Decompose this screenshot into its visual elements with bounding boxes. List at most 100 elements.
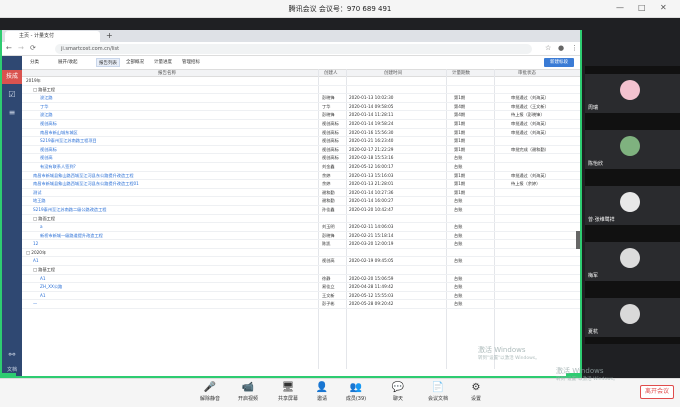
bid-management-tab[interactable]: 管理招标 [180,58,202,67]
report-period: 第1期 [454,181,466,187]
table-row[interactable]: 新桥市新城一级路道提升改造工程 彭晓锋 2020-02-21 15:18:14 台账 [22,232,580,241]
report-period: 台账 [454,224,463,230]
participant-tile[interactable]: 曾·张维鹭祥 [585,186,680,226]
group-row[interactable]: □ 路基工程 [22,86,580,95]
table-row[interactable]: 南昌市新山城东城区 视创高标 2020-01-16 15:56:30 第1期 审批通过（… [22,129,580,138]
star-icon[interactable]: ☆ [545,44,551,52]
table-row[interactable]: 地王路 谢和勤 2020-01-14 16:00:27 台账 [22,197,580,206]
menu-icon[interactable]: ⋮ [571,44,578,52]
report-name[interactable]: A1 [26,257,286,265]
report-creator: 陈凯 [322,241,331,247]
expand-collapse-button[interactable]: 展开/收起 [56,58,80,67]
report-name[interactable]: 测试 [26,189,286,197]
report-list-tab[interactable]: 报告列表 [96,58,120,67]
progress-tab[interactable]: 计量进度 [152,58,174,67]
back-icon[interactable]: ← [6,44,12,52]
table-row[interactable]: 浚江路 彭晓锋 2020-01-14 11:28:11 第4期 待上报（彭晓锋） [22,111,580,120]
toolbar-button-1[interactable]: 📹 开启视频 [234,381,262,402]
new-section-button[interactable]: 新建标段 [544,58,574,67]
report-name[interactable]: 12 [26,240,286,248]
report-status: 审批通过（刘海英） [511,172,549,178]
toolbar-button-7[interactable]: ⚙ 设置 [462,381,490,402]
table-row[interactable]: 视创高 视创高标 2020-02-18 15:53:16 台账 [22,154,580,163]
report-name[interactable]: S219泰州至江苏南路工程项目 [26,137,286,145]
participant-tile[interactable]: 夏杭 [585,298,680,338]
report-name[interactable]: A1 [26,292,286,300]
report-time: 2020-01-13 10:02:30 [349,95,394,101]
app-main: 分类 展开/收起 报告列表 全部概况 计量进度 管理招标 新建标段 报告名称 创… [22,56,580,376]
report-name[interactable]: 丁华 [26,103,286,111]
table-row[interactable]: 南昌市新城县象山路西城至江河县东公路提升改造工程01 余婷 2020-01-13 2… [22,180,580,189]
report-name[interactable]: ZH_XX公路 [26,283,286,291]
table-row[interactable]: A1 王文新 2020-05-12 15:55:03 台账 [22,292,580,301]
group-row[interactable]: 2019年 [22,77,580,86]
overview-tab[interactable]: 全部概况 [124,58,146,67]
report-name[interactable]: 视创高 [26,154,286,162]
browser-tab[interactable]: 主页 - 计量支付 [5,31,100,42]
close-icon[interactable]: ✕ [660,3,667,12]
share-icon[interactable]: ⚯ [6,350,18,359]
table-row[interactable]: 南昌市新城县象山路西城至江河县东公路提升改造工程 余婷 2020-01-13 15:… [22,172,580,181]
group-row[interactable]: □ 路基工程 [22,266,580,275]
group-row[interactable]: □ 2020年 [22,249,580,258]
watermark-text-2: 转到"设置"以激活 Windows。 [556,377,618,382]
report-name[interactable]: 南昌市新城县象山路西城至江河县东公路提升改造工程01 [26,180,286,188]
participant-tile[interactable]: 梅军 [585,242,680,282]
table-row[interactable]: 12 陈凯 2020-03-20 12:00:19 台账 [22,240,580,249]
table-row[interactable]: ZH_XX公路 易佳立 2020-04-28 11:49:42 台账 [22,283,580,292]
table-row[interactable]: 浚江路 彭晓锋 2020-01-13 10:02:30 第1期 审批通过（刘海英） [22,94,580,103]
list-icon[interactable]: ≡ [6,108,18,117]
account-icon[interactable]: ● [558,44,564,52]
report-name[interactable]: 南昌市新山城东城区 [26,129,286,137]
app-sidebar: 技成 ☑ ≡ ⚯ 文档 [2,56,22,376]
toolbar-button-4[interactable]: 👥 成员(39) [342,381,370,402]
report-name[interactable]: 有没有联系人签到? [26,163,286,171]
participant-tile[interactable]: 周瑞 [585,74,680,114]
table-row[interactable]: 视创高标 视创高标 2020-01-14 19:58:24 第1期 审批通过（刘海英） [22,120,580,129]
report-name[interactable]: 南昌市新城县象山路西城至江河县东公路提升改造工程 [26,172,286,180]
table-row[interactable]: 有没有联系人签到? 刘金鑫 2020-05-12 16:00:17 台账 [22,163,580,172]
forward-icon[interactable]: → [18,44,24,52]
participant-tile[interactable]: 陈怡欣 [585,130,680,170]
leave-meeting-button[interactable]: 离开会议 [640,385,674,399]
report-name[interactable]: — [26,300,286,308]
report-name[interactable]: a [26,223,286,231]
toolbar-button-3[interactable]: 👤 邀请 [308,381,336,402]
address-bar: ← → ⟳ ji.smartcost.com.cn/list ☆ ● ⋮ [2,42,580,56]
group-row[interactable]: □ 路面工程 [22,215,580,224]
table-row[interactable]: S219泰州至江苏南路二级公路改造工程 孙佳鑫 2020-01-20 10:42:4… [22,206,580,215]
report-time: 2020-02-21 15:18:14 [349,232,394,238]
toolbar-button-2[interactable]: 🖥 共享屏幕 [274,381,302,402]
report-name[interactable]: 地王路 [26,197,286,205]
report-name[interactable]: 浚江路 [26,94,286,102]
new-tab-button[interactable]: + [106,31,113,40]
table-row[interactable]: — 彭子彬 2020-05-28 09:20:42 台账 [22,300,580,310]
report-name[interactable]: A1 [26,275,286,283]
table-row[interactable]: S219泰州至江苏南路工程项目 视创高标 2020-01-21 16:23:40 第1… [22,137,580,146]
table-row[interactable]: a 刘玉明 2020-02-11 14:06:03 台账 [22,223,580,232]
report-name[interactable]: 视创高标 [26,120,286,128]
report-time: 2020-01-20 10:42:47 [349,206,394,212]
report-name[interactable]: 视创高标 [26,146,286,154]
sidebar-docs-label[interactable]: 文档 [6,366,18,373]
toolbar-button-5[interactable]: 💬 聊天 [384,381,412,402]
table-row[interactable]: 视创高标 视创高标 2020-02-17 21:22:29 第1期 审批完成（谢和勤） [22,146,580,155]
report-name[interactable]: S219泰州至江苏南路二级公路改造工程 [26,206,286,214]
category-button[interactable]: 分类 [28,58,41,67]
avatar [620,304,640,324]
report-name[interactable]: 浚江路 [26,111,286,119]
url-input[interactable]: ji.smartcost.com.cn/list [55,44,532,54]
reload-icon[interactable]: ⟳ [30,44,36,52]
table-row[interactable]: 丁华 丁华 2020-01-14 09:58:05 第4期 审批通过（王文新） [22,103,580,112]
maximize-icon[interactable]: □ [638,3,646,12]
report-creator: 徐静 [322,275,331,281]
report-name[interactable]: 新桥市新城一级路道提升改造工程 [26,232,286,240]
table-row[interactable]: A1 视创高 2020-02-19 09:45:05 台账 [22,257,580,267]
minimize-icon[interactable]: — [616,3,624,12]
checklist-icon[interactable]: ☑ [6,90,18,99]
table-row[interactable]: A1 徐静 2020-02-20 15:06:59 台账 [22,275,580,284]
toolbar-button-0[interactable]: 🎤 解除静音 [196,381,224,402]
scroll-handle[interactable] [576,231,580,249]
table-row[interactable]: 测试 谢和勤 2020-01-14 10:27:36 第1期 [22,189,580,198]
toolbar-button-6[interactable]: 📄 会议文档 [424,381,452,402]
